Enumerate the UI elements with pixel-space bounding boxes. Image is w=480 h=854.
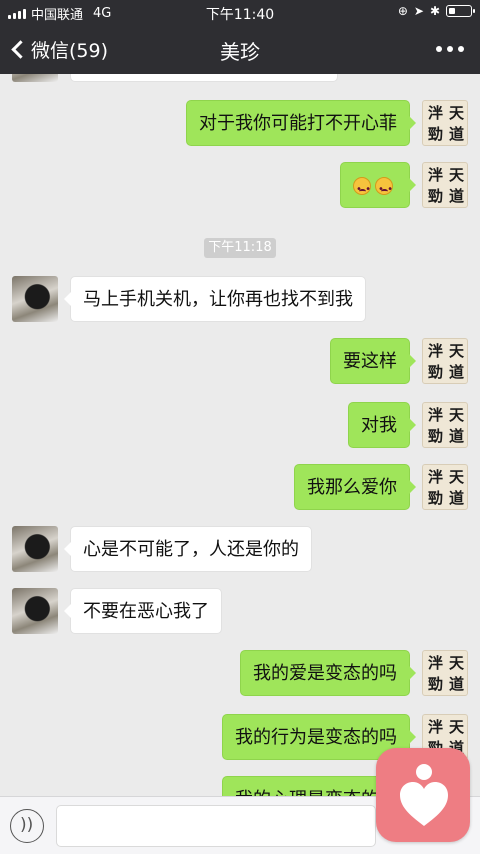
avatar-char: 泮 xyxy=(427,654,443,672)
message-bubble-theirs[interactable]: 不要在恶心我了 xyxy=(64,588,222,634)
contact-avatar[interactable] xyxy=(12,74,58,82)
avatar-char: 天 xyxy=(448,468,464,486)
avatar-char: 天 xyxy=(448,654,464,672)
avatar-char: 道 xyxy=(448,363,464,381)
avatar-char: 泮 xyxy=(427,718,443,736)
message-bubble-partial[interactable] xyxy=(70,74,338,82)
avatar-char: 道 xyxy=(448,125,464,143)
frowning-face-icon xyxy=(353,167,371,213)
avatar-char: 泮 xyxy=(427,166,443,184)
floating-app-button[interactable] xyxy=(376,748,470,842)
message-bubble-mine[interactable]: 对于我你可能打不开心菲 xyxy=(186,100,416,146)
message-bubble-mine-emoji[interactable] xyxy=(340,162,416,213)
message-bubble-mine[interactable]: 要这样 xyxy=(330,338,416,384)
contact-avatar[interactable] xyxy=(12,276,58,322)
status-right: ⊕ ➤ ✱ xyxy=(397,4,475,18)
chat-area[interactable]: 对于我你可能打不开心菲 泮天勁道 泮天勁道 下午11:18 马上手机关机，让你再… xyxy=(0,74,480,796)
voice-icon: )) xyxy=(20,815,34,835)
avatar-char: 天 xyxy=(448,718,464,736)
my-avatar[interactable]: 泮天勁道 xyxy=(422,100,468,146)
avatar-char: 泮 xyxy=(427,104,443,122)
battery-icon xyxy=(446,5,475,17)
avatar-char: 泮 xyxy=(427,342,443,360)
voice-input-button[interactable]: )) xyxy=(10,809,44,843)
message-bubble-mine[interactable]: 我那么爱你 xyxy=(294,464,416,510)
message-bubble-theirs[interactable]: 心是不可能了，人还是你的 xyxy=(64,526,312,572)
contact-avatar[interactable] xyxy=(12,588,58,634)
more-dot-icon xyxy=(436,46,442,52)
message-timestamp: 下午11:18 xyxy=(204,238,276,258)
bluetooth-icon: ✱ xyxy=(429,4,440,18)
heart-icon xyxy=(400,782,448,826)
avatar-char: 勁 xyxy=(427,187,443,205)
battery-fill xyxy=(449,8,455,14)
nav-bar: 微信(59) 美珍 xyxy=(0,24,480,74)
avatar-char: 天 xyxy=(448,166,464,184)
more-button[interactable] xyxy=(436,46,464,52)
avatar-char: 泮 xyxy=(427,406,443,424)
contact-avatar[interactable] xyxy=(12,526,58,572)
avatar-char: 道 xyxy=(448,427,464,445)
avatar-char: 勁 xyxy=(427,427,443,445)
app-dot-icon xyxy=(416,764,432,780)
chat-title: 美珍 xyxy=(220,40,260,64)
avatar-char: 勁 xyxy=(427,363,443,381)
more-dot-icon xyxy=(447,46,453,52)
message-input[interactable] xyxy=(56,805,376,847)
avatar-char: 泮 xyxy=(427,468,443,486)
my-avatar[interactable]: 泮天勁道 xyxy=(422,162,468,208)
message-bubble-mine[interactable]: 我的爱是变态的吗 xyxy=(240,650,416,696)
my-avatar[interactable]: 泮天勁道 xyxy=(422,464,468,510)
more-dot-icon xyxy=(458,46,464,52)
avatar-char: 道 xyxy=(448,187,464,205)
avatar-char: 天 xyxy=(448,406,464,424)
my-avatar[interactable]: 泮天勁道 xyxy=(422,402,468,448)
my-avatar[interactable]: 泮天勁道 xyxy=(422,338,468,384)
my-avatar[interactable]: 泮天勁道 xyxy=(422,650,468,696)
avatar-char: 勁 xyxy=(427,125,443,143)
avatar-char: 勁 xyxy=(427,675,443,693)
avatar-char: 勁 xyxy=(427,489,443,507)
avatar-char: 天 xyxy=(448,104,464,122)
avatar-char: 道 xyxy=(448,489,464,507)
message-bubble-theirs[interactable]: 马上手机关机，让你再也找不到我 xyxy=(64,276,366,322)
message-bubble-mine[interactable]: 对我 xyxy=(348,402,416,448)
frowning-face-icon xyxy=(375,167,393,213)
orientation-lock-icon: ⊕ xyxy=(397,4,408,18)
status-bar: 中国联通 4G 下午11:40 ⊕ ➤ ✱ xyxy=(0,0,480,24)
avatar-char: 天 xyxy=(448,342,464,360)
location-icon: ➤ xyxy=(413,4,424,18)
avatar-char: 道 xyxy=(448,675,464,693)
